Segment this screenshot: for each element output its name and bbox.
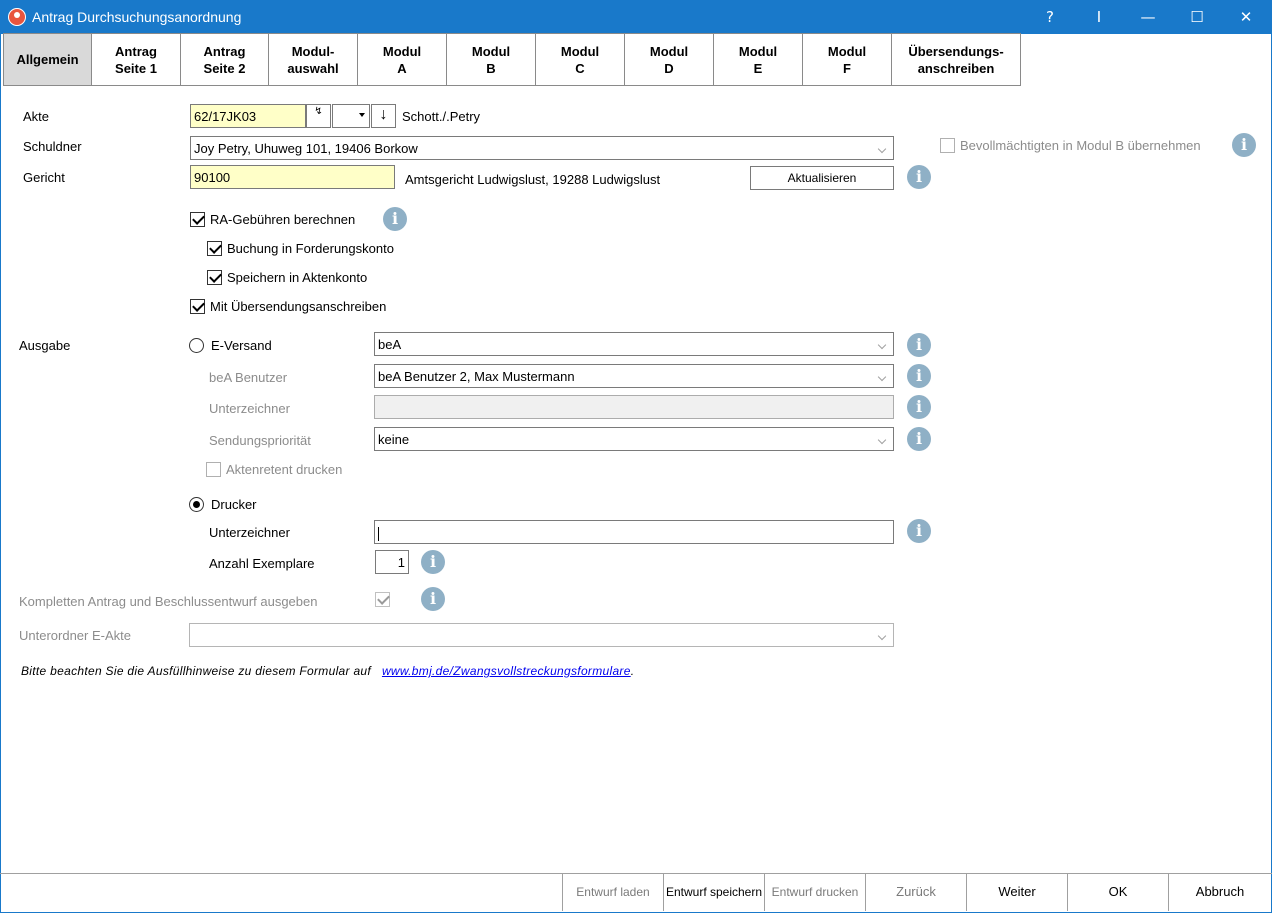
arrow-down-icon[interactable]: ↓: [371, 104, 396, 128]
eversand-radio[interactable]: [189, 338, 204, 353]
akte-suffix-select[interactable]: [332, 104, 370, 128]
komplett-label: Kompletten Antrag und Beschlussentwurf a…: [19, 594, 318, 609]
info-icon[interactable]: i: [907, 364, 931, 388]
help-button[interactable]: ?: [1027, 0, 1073, 34]
bea-benutzer-select[interactable]: beA Benutzer 2, Max Mustermann: [374, 364, 894, 388]
hinweis-text: Bitte beachten Sie die Ausfüllhinweise z…: [21, 664, 634, 678]
drucker-label: Drucker: [211, 497, 257, 512]
info-icon[interactable]: i: [907, 333, 931, 357]
tab-modul-a[interactable]: Modul A: [357, 33, 447, 86]
aktenretent-label: Aktenretent drucken: [226, 462, 343, 477]
akte-name: Schott./.Petry: [402, 109, 481, 124]
window-title: Antrag Durchsuchungsanordnung: [32, 9, 242, 25]
ra-gebuehren-checkbox[interactable]: [190, 212, 205, 227]
schuldner-label: Schuldner: [23, 139, 82, 154]
tab-modulauswahl[interactable]: Modul- auswahl: [268, 33, 358, 86]
drucker-unterzeichner-input[interactable]: [374, 520, 894, 544]
dropdown-arrow-icon: [359, 113, 365, 117]
drucker-unterzeichner-label: Unterzeichner: [209, 525, 290, 540]
cursor-icon: I: [1096, 8, 1102, 26]
hinweis-end: .: [630, 664, 635, 678]
uebersendung-label: Mit Übersendungsanschreiben: [210, 299, 387, 314]
gericht-input[interactable]: 90100: [190, 165, 395, 189]
hinweis-link[interactable]: www.bmj.de/Zwangsvollstreckungsformulare: [382, 664, 631, 678]
sendungsprioritaet-select[interactable]: keine: [374, 427, 894, 451]
bea-benutzer-value: beA Benutzer 2, Max Mustermann: [378, 369, 575, 384]
eversand-select[interactable]: beA: [374, 332, 894, 356]
buchung-label: Buchung in Forderungskonto: [227, 241, 394, 256]
bevollmaechtigten-label: Bevollmächtigten in Modul B übernehmen: [960, 138, 1201, 153]
app-icon: [8, 8, 26, 26]
tab-allgemein[interactable]: Allgemein: [3, 33, 92, 86]
schuldner-value: Joy Petry, Uhuweg 101, 19406 Borkow: [194, 141, 418, 156]
tab-antrag-seite-1[interactable]: Antrag Seite 1: [91, 33, 181, 86]
info-icon[interactable]: i: [421, 587, 445, 611]
info-icon[interactable]: i: [907, 165, 931, 189]
weiter-button[interactable]: Weiter: [966, 874, 1067, 911]
eversand-value: beA: [378, 337, 402, 352]
tab-antrag-seite-2[interactable]: Antrag Seite 2: [180, 33, 269, 86]
unterordner-select[interactable]: [189, 623, 894, 647]
uebersendung-checkbox[interactable]: [190, 299, 205, 314]
sendungsprioritaet-label: Sendungspriorität: [209, 433, 311, 448]
bea-benutzer-label: beA Benutzer: [209, 370, 288, 385]
speichern-label: Speichern in Aktenkonto: [227, 270, 368, 285]
ra-gebuehren-label: RA-Gebühren berechnen: [210, 212, 356, 227]
abbruch-button[interactable]: Abbruch: [1168, 874, 1271, 911]
schuldner-select[interactable]: Joy Petry, Uhuweg 101, 19406 Borkow: [190, 136, 894, 160]
info-icon[interactable]: i: [907, 395, 931, 419]
entwurf-drucken-button[interactable]: Entwurf drucken: [764, 874, 865, 911]
ok-button[interactable]: OK: [1067, 874, 1168, 911]
text-cursor: [378, 526, 379, 541]
chevron-down-icon: [876, 336, 890, 352]
hinweis-prefix: Bitte beachten Sie die Ausfüllhinweise z…: [21, 664, 372, 678]
unterordner-label: Unterordner E-Akte: [19, 628, 131, 643]
zurueck-button[interactable]: Zurück: [865, 874, 966, 911]
info-icon[interactable]: i: [383, 207, 407, 231]
entwurf-laden-button[interactable]: Entwurf laden: [562, 874, 663, 911]
tab-uebersendungsanschreiben[interactable]: Übersendungs- anschreiben: [891, 33, 1021, 86]
info-icon[interactable]: i: [907, 427, 931, 451]
tab-modul-b[interactable]: Modul B: [446, 33, 536, 86]
sendungsprioritaet-value: keine: [378, 432, 410, 447]
chevron-down-icon: [876, 140, 890, 156]
tab-modul-d[interactable]: Modul D: [624, 33, 714, 86]
speichern-checkbox[interactable]: [207, 270, 222, 285]
tab-modul-e[interactable]: Modul E: [713, 33, 803, 86]
akte-label: Akte: [23, 109, 50, 124]
komplett-checkbox[interactable]: [375, 592, 390, 607]
close-button[interactable]: ✕: [1223, 0, 1269, 34]
ausgabe-label: Ausgabe: [19, 338, 71, 353]
minimize-button[interactable]: —: [1125, 0, 1171, 34]
chevron-down-icon: [876, 431, 890, 447]
buchung-checkbox[interactable]: [207, 241, 222, 256]
maximize-button[interactable]: ☐: [1174, 0, 1220, 34]
title-bar: Antrag Durchsuchungsanordnung ? I — ☐ ✕: [0, 0, 1272, 34]
akte-input[interactable]: 62/17JK03: [190, 104, 306, 128]
tab-modul-f[interactable]: Modul F: [802, 33, 892, 86]
aktualisieren-button[interactable]: Aktualisieren: [750, 166, 894, 190]
unterzeichner-input[interactable]: [374, 395, 894, 419]
bevollmaechtigten-checkbox[interactable]: [940, 138, 955, 153]
info-icon[interactable]: i: [1232, 133, 1256, 157]
info-icon[interactable]: i: [907, 519, 931, 543]
anzahl-input[interactable]: 1: [375, 550, 409, 574]
chevron-down-icon: [876, 368, 890, 384]
chevron-down-icon: [876, 627, 890, 643]
eversand-label: E-Versand: [211, 338, 272, 353]
lightning-icon[interactable]: ↯: [306, 104, 331, 128]
tab-modul-c[interactable]: Modul C: [535, 33, 625, 86]
gericht-name: Amtsgericht Ludwigslust, 19288 Ludwigslu…: [405, 172, 661, 187]
aktenretent-checkbox[interactable]: [206, 462, 221, 477]
unterzeichner-label: Unterzeichner: [209, 401, 290, 416]
drucker-radio[interactable]: [189, 497, 204, 512]
entwurf-speichern-button[interactable]: Entwurf speichern: [663, 874, 764, 911]
gericht-label: Gericht: [23, 170, 65, 185]
info-icon[interactable]: i: [421, 550, 445, 574]
anzahl-label: Anzahl Exemplare: [209, 556, 315, 571]
